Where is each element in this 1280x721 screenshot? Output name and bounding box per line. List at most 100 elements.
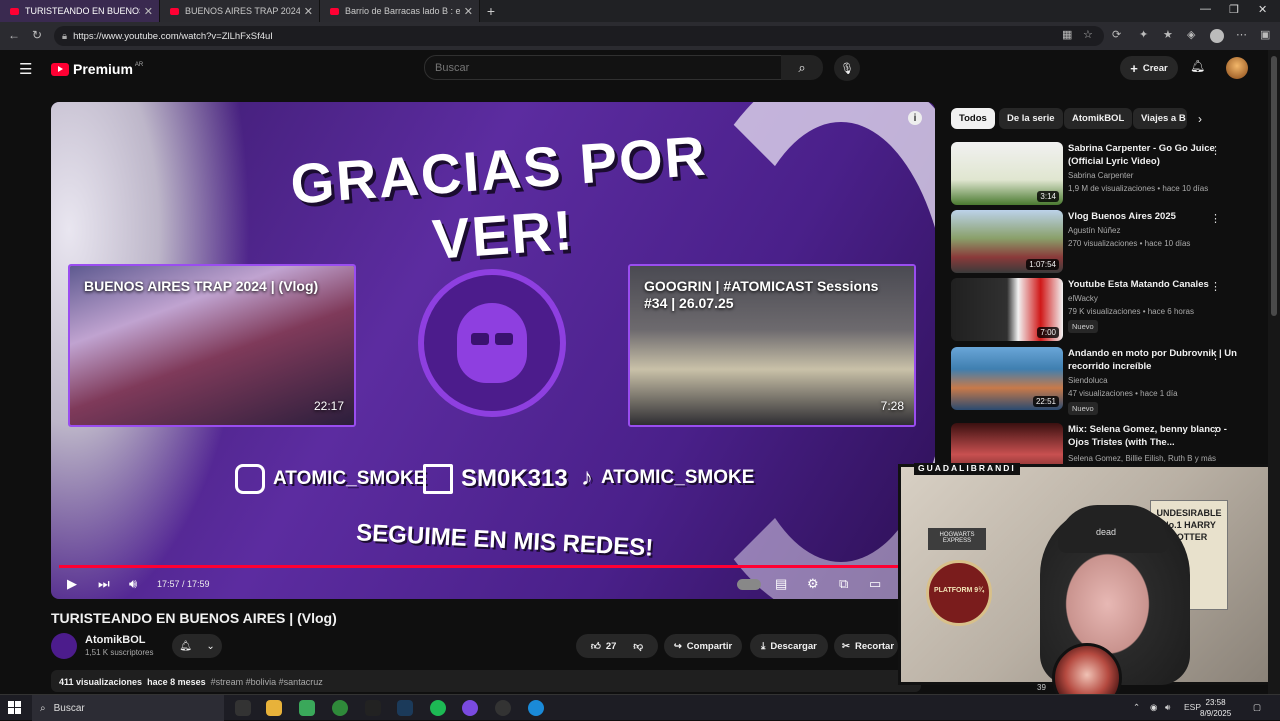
task-view-icon[interactable]	[235, 700, 251, 716]
scrollbar-thumb[interactable]	[1271, 56, 1277, 316]
tab-title: TURISTEANDO EN BUENOS AIRES |	[25, 6, 140, 16]
end-card-duration: 22:17	[313, 399, 344, 413]
minimize-icon[interactable]: —	[1200, 3, 1211, 15]
favorite-star-icon[interactable]: ☆	[1083, 28, 1093, 41]
refresh-icon[interactable]: ↻	[32, 28, 42, 42]
rec-title: Mix: Selena Gomez, benny blanco - Ojos T…	[1068, 424, 1227, 448]
tab-close-icon[interactable]: ✕	[464, 5, 473, 18]
hashtags[interactable]: #stream #bolivia #santacruz	[211, 677, 323, 687]
shield-icon[interactable]: ◈	[1187, 28, 1195, 41]
tab-close-icon[interactable]: ✕	[304, 5, 313, 18]
more-vert-icon[interactable]: ⋮	[1210, 349, 1221, 362]
voice-search-button[interactable]: 🎙︎	[834, 55, 860, 81]
network-icon[interactable]: ◉	[1150, 702, 1157, 713]
profile-icon[interactable]	[1210, 29, 1224, 43]
video-player[interactable]: GRACIAS POR VER! BUENOS AIRES TRAP 2024 …	[51, 102, 935, 599]
theater-mode-icon[interactable]: ▭	[869, 576, 881, 592]
settings-gear-icon[interactable]: ⚙	[807, 576, 819, 592]
search-input[interactable]	[424, 55, 782, 80]
extension-puzzle-icon[interactable]: ✦	[1139, 28, 1148, 41]
tray-chevron-icon[interactable]: ⌃	[1133, 702, 1140, 713]
hamburger-menu-icon[interactable]: ☰	[19, 60, 32, 78]
obs-icon[interactable]	[495, 700, 511, 716]
steam-icon[interactable]	[397, 700, 413, 716]
file-explorer-icon[interactable]	[266, 700, 282, 716]
chip-viajes[interactable]: Viajes a B	[1133, 108, 1187, 129]
youtube-logo-icon	[51, 62, 69, 76]
rec-title: Vlog Buenos Aires 2025	[1068, 211, 1176, 222]
share-button[interactable]: ↪ Compartir	[664, 634, 742, 658]
progress-bar[interactable]	[59, 565, 926, 568]
channel-logo-subscribe[interactable]	[418, 269, 566, 417]
end-card-video-2[interactable]: GOOGRIN | #ATOMICAST Sessions #34 | 26.0…	[628, 264, 916, 427]
recommendation-item[interactable]: 22:51 Andando en moto por Dubrovnik | Un…	[951, 347, 1263, 415]
miniplayer-icon[interactable]: ⧉	[839, 576, 848, 592]
youtube-premium-logo[interactable]: Premium AR	[51, 61, 143, 77]
recommendation-item[interactable]: 7:00 Youtube Esta Matando Canales elWack…	[951, 278, 1263, 342]
avatar[interactable]	[1226, 57, 1248, 79]
clip-button[interactable]: ✂ Recortar	[834, 634, 898, 658]
clock[interactable]: 23:58 8/9/2025	[1200, 697, 1231, 719]
clock-date: 8/9/2025	[1200, 709, 1232, 718]
notification-center-icon[interactable]: ▢	[1253, 702, 1261, 713]
page-scrollbar[interactable]	[1268, 50, 1280, 694]
channel-name[interactable]: AtomikBOL	[85, 634, 146, 646]
taskbar-search[interactable]: ⌕ Buscar	[32, 695, 224, 721]
chip-todos[interactable]: Todos	[951, 108, 995, 129]
new-badge: Nuevo	[1068, 320, 1098, 333]
create-button[interactable]: + Crear	[1120, 56, 1178, 80]
more-vert-icon[interactable]: ⋮	[1210, 144, 1221, 157]
new-tab-button[interactable]: +	[480, 0, 502, 22]
end-card-duration: 7:28	[880, 399, 904, 413]
speaker-icon[interactable]: 🔊︎	[1165, 702, 1170, 713]
social-tiktok: ♪ ATOMIC_SMOKE	[581, 464, 754, 492]
like-icon[interactable]: 👍︎	[591, 640, 601, 652]
extensions-icon[interactable]: ⟳	[1112, 28, 1121, 41]
back-icon[interactable]: ←	[8, 28, 20, 42]
epic-games-icon[interactable]	[365, 700, 381, 716]
more-vert-icon[interactable]: ⋮	[1210, 425, 1221, 438]
browser-tab-1[interactable]: TURISTEANDO EN BUENOS AIRES | ✕	[0, 0, 160, 22]
channel-avatar[interactable]	[51, 633, 77, 659]
next-icon[interactable]: ⏭︎	[98, 576, 110, 592]
chevron-right-icon[interactable]: ›	[1198, 112, 1202, 126]
sidebar-icon[interactable]: ▣	[1260, 28, 1270, 41]
rec-channel: elWacky	[1068, 294, 1098, 303]
more-icon[interactable]: ⋯	[1236, 28, 1247, 41]
app-available-icon[interactable]: ▦	[1062, 28, 1072, 41]
spotify-icon[interactable]	[430, 700, 446, 716]
notifications-icon[interactable]: 🔔︎	[1190, 59, 1205, 73]
xbox-icon[interactable]	[332, 700, 348, 716]
browser-tab-2[interactable]: BUENOS AIRES TRAP 2024 | (Vlog) ✕	[160, 0, 320, 22]
tab-close-icon[interactable]: ✕	[144, 5, 153, 18]
discord-icon[interactable]	[462, 700, 478, 716]
recommendation-item[interactable]: 3:14 Sabrina Carpenter - Go Go Juice (Of…	[951, 142, 1263, 206]
maximize-icon[interactable]: ❐	[1229, 3, 1239, 16]
volume-icon[interactable]: 🔊︎	[129, 576, 137, 592]
more-vert-icon[interactable]: ⋮	[1210, 280, 1221, 293]
chip-de-la-serie[interactable]: De la serie	[999, 108, 1063, 129]
more-vert-icon[interactable]: ⋮	[1210, 212, 1221, 225]
app-icon[interactable]	[299, 700, 315, 716]
rec-title: Andando en moto por Dubrovnik | Un recor…	[1068, 348, 1237, 372]
subtitles-icon[interactable]: ▤	[775, 576, 787, 592]
windows-start-icon[interactable]	[8, 701, 21, 714]
play-icon[interactable]: ▶	[67, 576, 77, 592]
edge-icon[interactable]	[528, 700, 544, 716]
dislike-icon[interactable]: 👎︎	[633, 640, 643, 652]
subscribed-notification-button[interactable]: 🔔︎ ⌄	[172, 634, 222, 658]
description-box[interactable]: 411 visualizaciones hace 8 meses #stream…	[51, 670, 921, 692]
recommendation-item[interactable]: 1:07:54 Vlog Buenos Aires 2025 Agustín N…	[951, 210, 1263, 274]
download-button[interactable]: ⤓ Descargar	[750, 634, 828, 658]
duration-badge: 7:00	[1037, 327, 1059, 338]
favorites-icon[interactable]: ★	[1163, 28, 1173, 41]
info-icon[interactable]: i	[908, 111, 922, 125]
browser-tab-3[interactable]: Barrio de Barracas lado B : en las c ✕	[320, 0, 480, 22]
chip-atomikbol[interactable]: AtomikBOL	[1064, 108, 1133, 129]
language-indicator[interactable]: ESP	[1184, 702, 1201, 712]
end-card-video-1[interactable]: BUENOS AIRES TRAP 2024 | (Vlog) 22:17	[68, 264, 356, 427]
autoplay-toggle[interactable]	[737, 579, 761, 590]
search-button[interactable]: ⌕	[781, 55, 823, 80]
close-window-icon[interactable]: ✕	[1258, 3, 1267, 16]
url-field[interactable]: 🔒︎ https://www.youtube.com/watch?v=ZlLhF…	[54, 26, 1104, 46]
